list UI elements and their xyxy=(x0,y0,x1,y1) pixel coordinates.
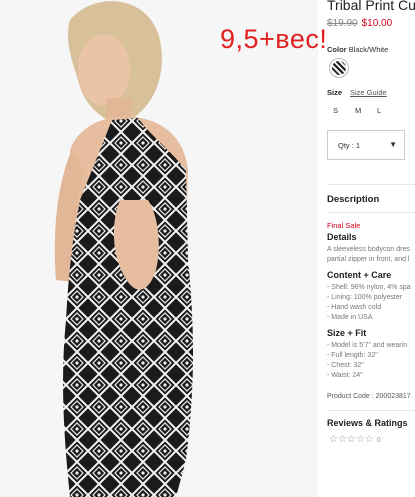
old-price: $19.90 xyxy=(327,18,358,29)
description-heading[interactable]: Description xyxy=(327,194,379,205)
product-photo xyxy=(0,0,318,497)
quantity-value: Qty : 1 xyxy=(338,141,361,150)
product-code: Product Code : 200023817 xyxy=(327,393,411,400)
size-label: Size xyxy=(327,88,343,97)
color-value: Black/White xyxy=(348,45,389,54)
content-line: - Lining: 100% polyester xyxy=(327,294,403,301)
size-row: Size Size Guide xyxy=(327,88,387,97)
fit-line: - Waist: 24" xyxy=(327,372,363,379)
content-line: - Hand wash cold xyxy=(327,304,382,311)
star-icons: ☆☆☆☆☆ xyxy=(329,434,374,445)
chevron-down-icon: ▼ xyxy=(389,140,397,149)
size-option-s[interactable]: S xyxy=(333,106,355,115)
content-line: - Shell: 96% nylon, 4% spa xyxy=(327,284,411,291)
details-line: A sleeveless bodycon dres xyxy=(327,246,410,253)
details-line: partial zipper in front, and l xyxy=(327,256,410,263)
rating-stars[interactable]: ☆☆☆☆☆ 0 xyxy=(329,434,381,445)
swatch-pattern xyxy=(332,61,346,75)
fit-line: - Model is 5'7" and wearin xyxy=(327,342,408,349)
divider xyxy=(327,410,415,411)
size-options: SML xyxy=(333,106,399,115)
model-image xyxy=(54,1,194,497)
fit-line: - Chest: 32" xyxy=(327,362,364,369)
review-count: 0 xyxy=(376,437,381,444)
color-label: Color xyxy=(327,45,347,54)
final-sale-note: Final Sale xyxy=(327,221,361,230)
quantity-select[interactable]: Qty : 1 ▼ xyxy=(327,130,405,160)
reviews-heading[interactable]: Reviews & Ratings xyxy=(327,418,408,428)
size-fit-heading: Size + Fit xyxy=(327,328,367,338)
sale-price: $10.00 xyxy=(361,18,393,29)
product-title: Tribal Print Cu xyxy=(327,0,415,13)
size-option-l[interactable]: L xyxy=(377,106,399,115)
content-line: - Made in USA xyxy=(327,314,373,321)
fit-line: - Full length: 32" xyxy=(327,352,378,359)
product-info-panel: Tribal Print Cu $19.90 $10.00 Color Black… xyxy=(327,0,415,497)
color-swatch-black-white[interactable] xyxy=(329,58,349,78)
content-care-heading: Content + Care xyxy=(327,270,392,280)
divider xyxy=(327,212,415,213)
size-option-m[interactable]: M xyxy=(355,106,377,115)
price-row: $19.90 $10.00 xyxy=(327,18,392,29)
divider xyxy=(327,184,415,185)
details-heading: Details xyxy=(327,232,357,242)
size-guide-link[interactable]: Size Guide xyxy=(350,88,387,97)
color-row: Color Black/White xyxy=(327,45,388,54)
overlay-annotation: 9,5+вес! xyxy=(220,24,328,54)
